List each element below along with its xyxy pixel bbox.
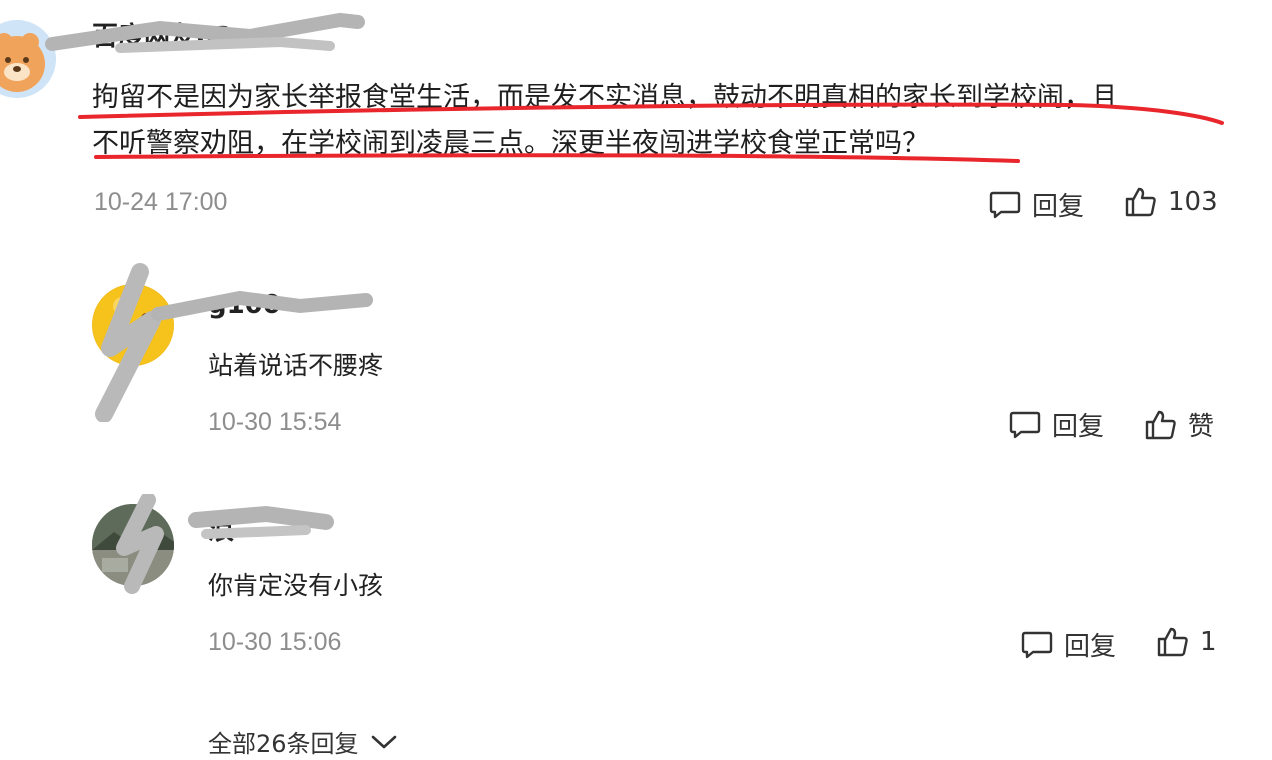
thumbs-up-icon bbox=[1125, 187, 1156, 217]
username-main[interactable]: 百度网友63 bbox=[92, 16, 232, 53]
reply-text-1: 站着说话不腰疼 bbox=[208, 351, 384, 380]
reply-button-main[interactable]: 回复 bbox=[988, 186, 1084, 223]
reply-label: 回复 bbox=[1052, 412, 1105, 442]
speech-bubble-icon bbox=[1021, 631, 1053, 658]
timestamp-reply-1: 10-30 15:54 bbox=[208, 408, 342, 436]
expand-all-replies-button[interactable]: 全部26条回复 bbox=[208, 724, 399, 759]
like-button-reply-1[interactable]: 赞 bbox=[1144, 406, 1214, 443]
photo-avatar-icon bbox=[92, 504, 174, 586]
thumbs-up-icon bbox=[1145, 410, 1176, 439]
like-button-main[interactable]: 103 bbox=[1124, 186, 1218, 218]
thumbs-up-icon bbox=[1157, 627, 1188, 657]
red-underline-annotation bbox=[78, 102, 1224, 163]
like-count: 1 bbox=[1200, 627, 1217, 657]
speech-bubble-icon bbox=[989, 191, 1021, 218]
like-count: 103 bbox=[1168, 187, 1218, 217]
speech-bubble-icon bbox=[1009, 411, 1041, 438]
reply-button-reply-1[interactable]: 回复 bbox=[1008, 406, 1104, 443]
emoji-avatar-icon bbox=[93, 285, 173, 365]
reply-label: 回复 bbox=[1032, 192, 1085, 222]
reply-button-reply-2[interactable]: 回复 bbox=[1020, 626, 1116, 663]
avatar-reply-1[interactable] bbox=[92, 284, 174, 366]
username-reply-1[interactable]: g100 bbox=[208, 290, 281, 320]
bear-avatar-icon bbox=[0, 33, 45, 92]
reply-text-2: 你肯定没有小孩 bbox=[208, 571, 384, 600]
reply-label: 回复 bbox=[1064, 632, 1117, 662]
expand-label: 全部26条回复 bbox=[208, 730, 359, 758]
like-button-reply-2[interactable]: 1 bbox=[1156, 626, 1217, 658]
like-label: 赞 bbox=[1188, 412, 1215, 442]
timestamp-main: 10-24 17:00 bbox=[94, 188, 228, 216]
avatar-reply-2[interactable] bbox=[92, 504, 174, 586]
timestamp-reply-2: 10-30 15:06 bbox=[208, 628, 342, 656]
username-reply-2[interactable]: 浪 bbox=[208, 510, 234, 547]
chevron-down-icon bbox=[371, 735, 396, 748]
avatar-main[interactable] bbox=[0, 20, 56, 98]
